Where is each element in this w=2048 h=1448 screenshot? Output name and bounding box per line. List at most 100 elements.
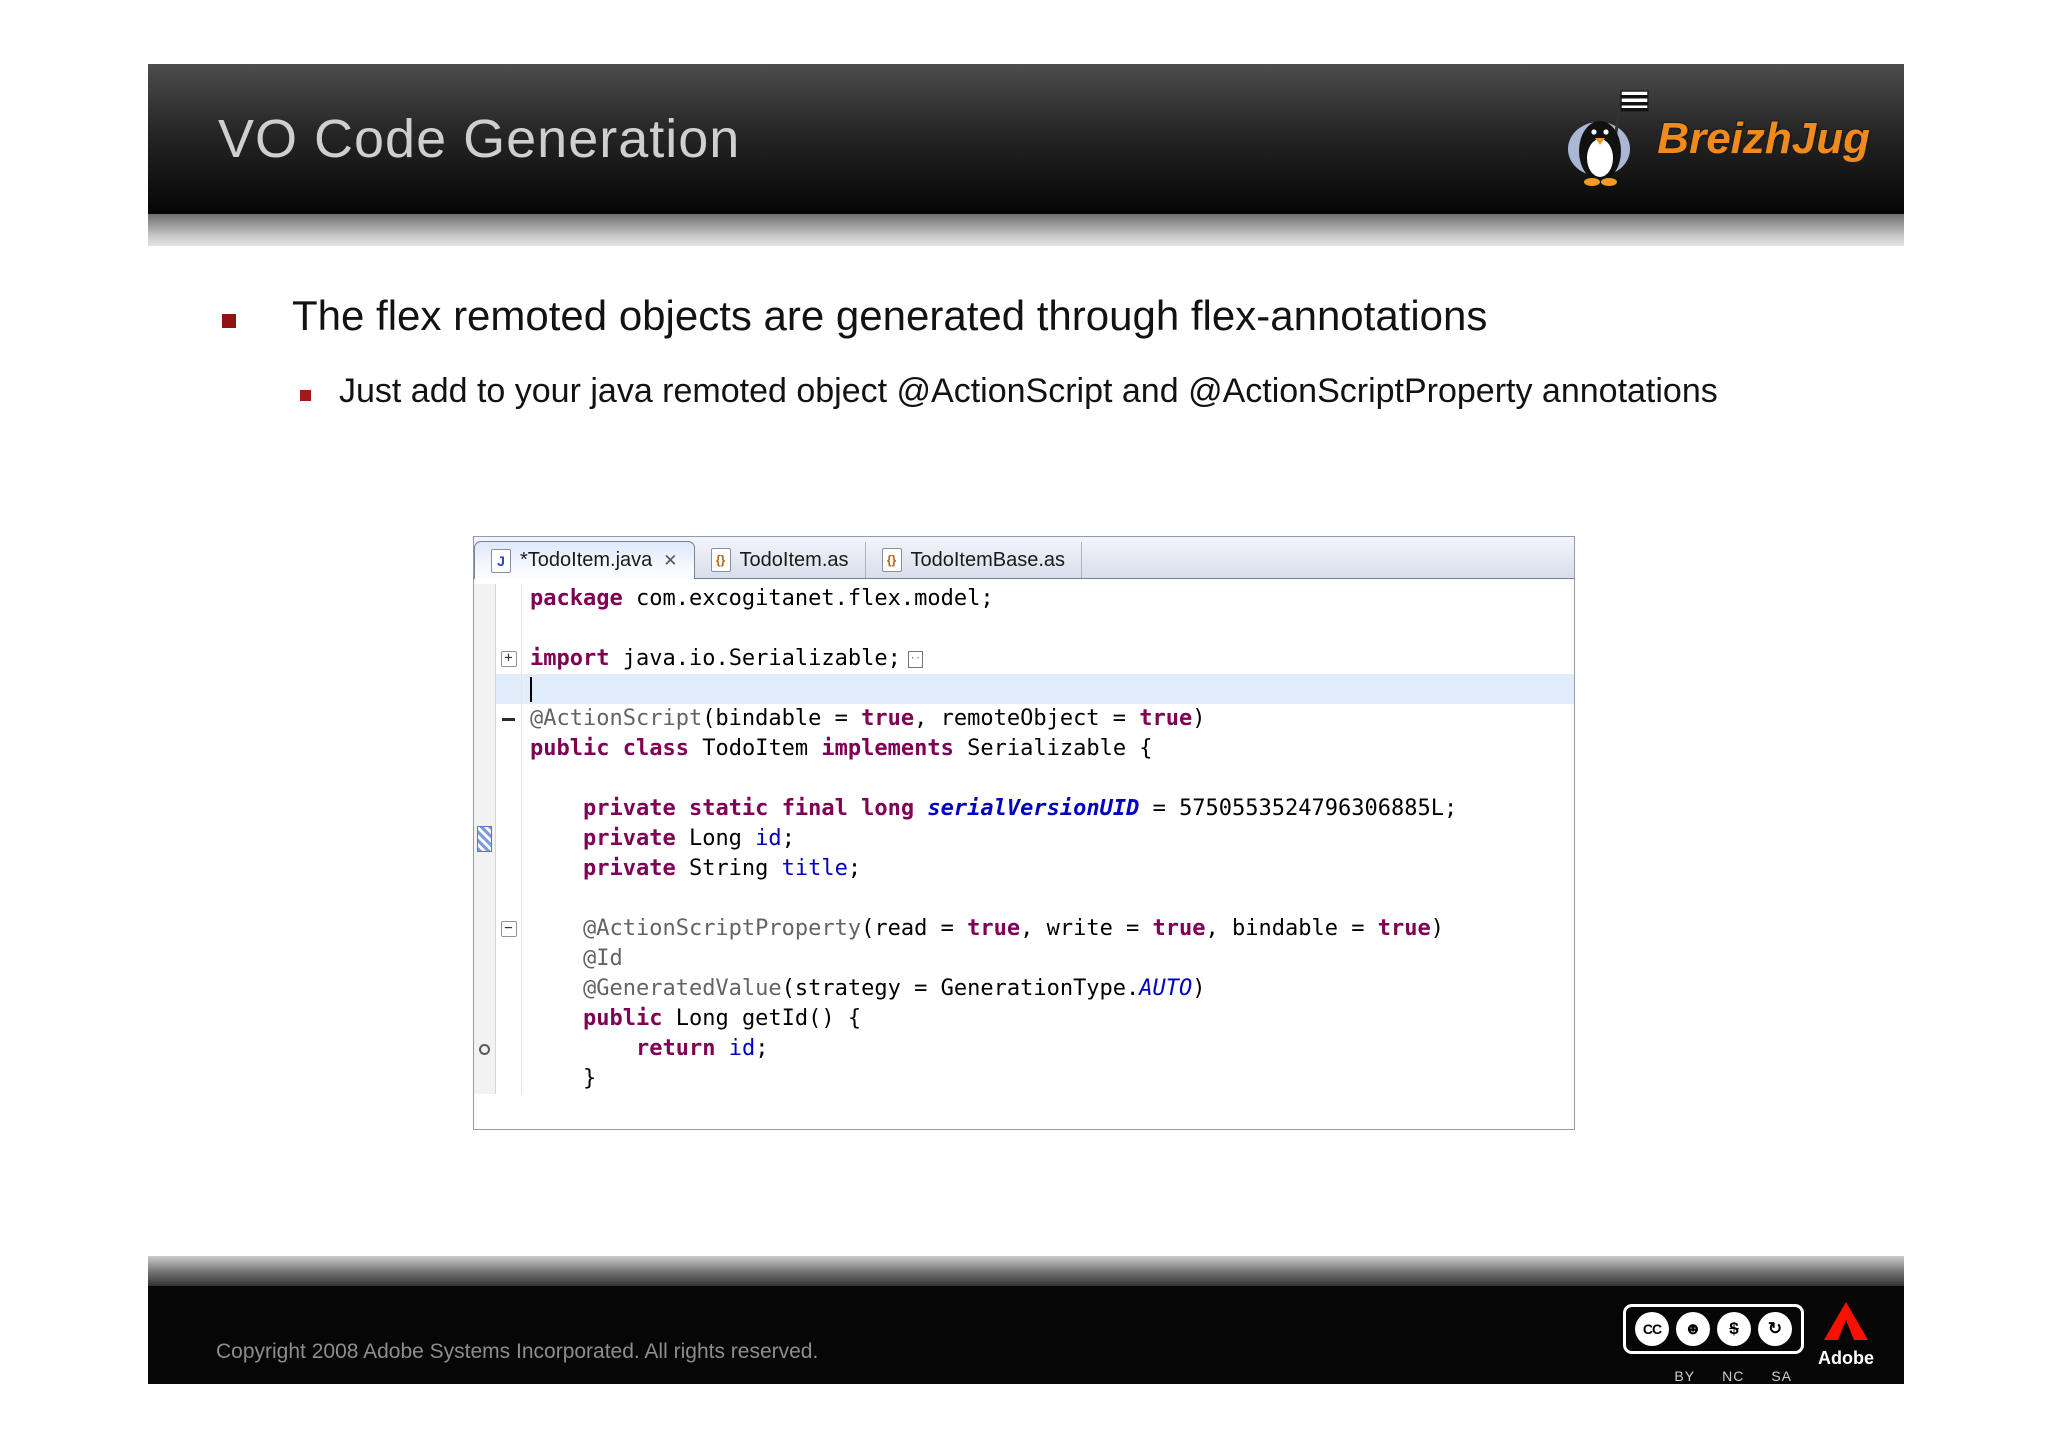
code-token: ; xyxy=(755,1036,768,1061)
code-token: long xyxy=(861,796,914,821)
fold-column xyxy=(496,884,522,914)
actionscript-file-icon: {} xyxy=(882,548,902,572)
code-line-text: package com.excogitanet.flex.model; xyxy=(522,584,1574,614)
code-token xyxy=(530,946,583,971)
code-token xyxy=(609,736,622,761)
code-line-text: @ActionScriptProperty(read = true, write… xyxy=(522,914,1574,944)
code-line-text: @GeneratedValue(strategy = GenerationTyp… xyxy=(522,974,1574,1004)
code-token: true xyxy=(861,706,914,731)
code-line: @Id xyxy=(474,944,1574,974)
code-line-text xyxy=(522,614,1574,644)
copyright-text: Copyright 2008 Adobe Systems Incorporate… xyxy=(216,1340,818,1364)
code-token: (bindable = xyxy=(702,706,861,731)
marker-column xyxy=(474,764,496,794)
fold-column xyxy=(496,944,522,974)
fold-column xyxy=(496,734,522,764)
code-line-text: private Long id; xyxy=(522,824,1574,854)
code-token: @ActionScriptProperty xyxy=(583,916,861,941)
code-line: @ActionScript(bindable = true, remoteObj… xyxy=(474,704,1574,734)
footer-divider-strip xyxy=(148,1256,1904,1286)
code-token: title xyxy=(782,856,848,881)
code-line-text: public Long getId() { xyxy=(522,1004,1574,1034)
code-token xyxy=(914,796,927,821)
cc-cc-icon: CC xyxy=(1635,1312,1669,1346)
code-token xyxy=(715,1036,728,1061)
code-line xyxy=(474,764,1574,794)
code-token: ; xyxy=(782,826,795,851)
fold-column xyxy=(496,704,522,734)
code-line: private Long id; xyxy=(474,824,1574,854)
breizhjug-logo: BreizhJug xyxy=(1567,72,1870,206)
fold-column xyxy=(496,824,522,854)
fold-column xyxy=(496,764,522,794)
text-cursor xyxy=(530,677,532,702)
code-token: import xyxy=(530,646,609,671)
editor-code-area[interactable]: package com.excogitanet.flex.model; + impo… xyxy=(474,579,1574,1130)
code-token xyxy=(530,1006,583,1031)
code-token: true xyxy=(1378,916,1431,941)
tab-close-icon[interactable]: ✕ xyxy=(663,551,677,571)
code-token: package xyxy=(530,586,623,611)
code-line-text: } xyxy=(522,1064,1574,1094)
editor-tab[interactable]: J*TodoItem.java✕ xyxy=(474,541,695,579)
editor-tab[interactable]: {}TodoItemBase.as xyxy=(866,542,1083,578)
marker-column xyxy=(474,1064,496,1094)
fold-column xyxy=(496,1004,522,1034)
code-token: public xyxy=(530,736,609,761)
adobe-a-icon xyxy=(1824,1302,1868,1340)
slide-footer: Copyright 2008 Adobe Systems Incorporate… xyxy=(148,1286,1904,1384)
penguin-mascot-icon xyxy=(1567,87,1651,191)
fold-column xyxy=(496,1034,522,1064)
code-line: private String title; xyxy=(474,854,1574,884)
code-line xyxy=(474,614,1574,644)
code-line-text: private String title; xyxy=(522,854,1574,884)
code-line xyxy=(474,674,1574,704)
code-token: ) xyxy=(1192,706,1205,731)
selection-marker-icon xyxy=(477,826,492,852)
code-token xyxy=(530,916,583,941)
code-token: Long xyxy=(676,826,755,851)
marker-column xyxy=(474,794,496,824)
slide: VO Code Generation BreizhJug Th xyxy=(0,0,2048,1448)
occurrence-marker-icon xyxy=(479,1044,490,1055)
code-token: (read = xyxy=(861,916,967,941)
marker-column xyxy=(474,644,496,674)
code-token: @GeneratedValue xyxy=(583,976,782,1001)
code-token: @Id xyxy=(583,946,623,971)
fold-expand-icon[interactable]: + xyxy=(501,651,517,667)
marker-column xyxy=(474,1034,496,1064)
code-token: true xyxy=(1139,706,1192,731)
marker-column xyxy=(474,614,496,644)
code-token: ) xyxy=(1192,976,1205,1001)
code-line: private static final long serialVersionU… xyxy=(474,794,1574,824)
folded-code-icon[interactable]: ·· xyxy=(908,651,923,668)
code-token: String xyxy=(676,856,782,881)
marker-column xyxy=(474,884,496,914)
page-title: VO Code Generation xyxy=(218,64,740,214)
code-line: − @ActionScriptProperty(read = true, wri… xyxy=(474,914,1574,944)
bullet-main-text: The flex remoted objects are generated t… xyxy=(292,292,1487,340)
bullet-square-icon xyxy=(300,390,311,401)
cc-label: NC xyxy=(1722,1368,1744,1384)
editor-tab-bar: J*TodoItem.java✕{}TodoItem.as{}TodoItemB… xyxy=(474,537,1574,579)
code-token: Long getId() { xyxy=(662,1006,861,1031)
fold-collapse-icon[interactable]: − xyxy=(501,921,517,937)
code-token: ; xyxy=(848,856,861,881)
code-line-text: import java.io.Serializable; ·· xyxy=(522,644,1574,674)
bullet-sub-text: Just add to your java remoted object @Ac… xyxy=(339,372,1718,411)
code-token: true xyxy=(967,916,1020,941)
code-line xyxy=(474,884,1574,914)
fold-column xyxy=(496,614,522,644)
code-line-text: @ActionScript(bindable = true, remoteObj… xyxy=(522,704,1574,734)
code-token: return xyxy=(636,1036,715,1061)
actionscript-file-icon: {} xyxy=(711,548,731,572)
code-token: class xyxy=(623,736,689,761)
code-token: java.io.Serializable; xyxy=(609,646,900,671)
code-token: } xyxy=(530,1066,596,1091)
code-token: = 5750553524796306885L; xyxy=(1139,796,1457,821)
editor-tab[interactable]: {}TodoItem.as xyxy=(695,542,866,578)
code-token: @ActionScript xyxy=(530,706,702,731)
code-token xyxy=(676,796,689,821)
code-line-text: return id; xyxy=(522,1034,1574,1064)
cc-nc-icon: $ xyxy=(1717,1312,1751,1346)
